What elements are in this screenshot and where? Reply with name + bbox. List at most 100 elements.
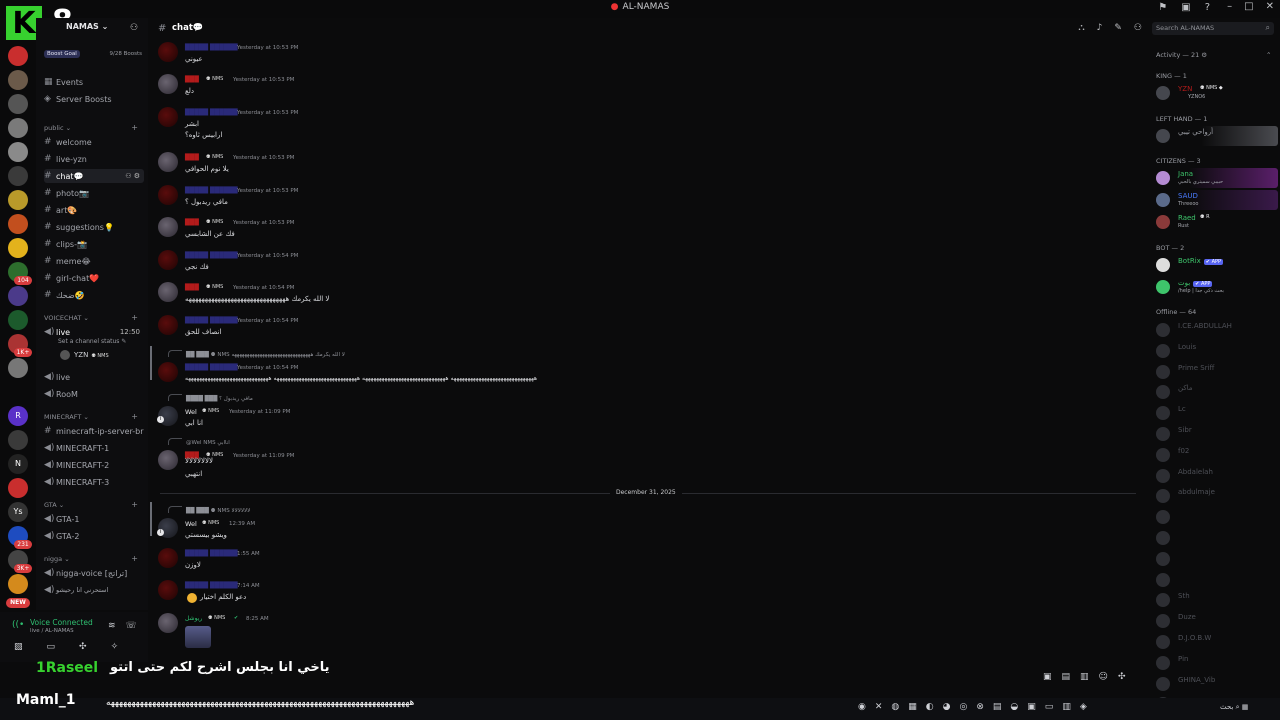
voice-channel-gta-1[interactable]: ◀) GTA-1 — [44, 512, 144, 526]
activity-header[interactable]: Activity — 21 ⚙ — [1156, 51, 1207, 59]
voice-location[interactable]: live / AL-NAMAS — [30, 628, 74, 634]
member-offline[interactable]: Abdalelah — [1150, 466, 1278, 486]
member-offline[interactable]: I.CE.ABDULLAH — [1150, 320, 1278, 340]
collapse-icon[interactable]: ⌃ — [1266, 51, 1271, 59]
member-bot[interactable]: بوت ✔ APP /help | بحث ذكي جدا — [1150, 277, 1278, 297]
avatar[interactable] — [158, 450, 178, 470]
gif-icon[interactable]: ▤ — [1062, 672, 1071, 682]
username[interactable]: ███ — [185, 76, 199, 83]
voice-connected-label[interactable]: Voice Connected — [30, 618, 93, 627]
steam-icon[interactable]: ◍ — [891, 702, 899, 712]
reply-preview[interactable]: @Wel NMS اناابي — [186, 440, 230, 446]
server-icon[interactable] — [8, 238, 28, 258]
add-channel-icon[interactable]: + — [131, 554, 138, 563]
sidebar-item-server-boosts[interactable]: ◈ Server Boosts — [44, 92, 144, 106]
member-list-icon[interactable]: ⚇ — [1134, 23, 1142, 33]
server-icon[interactable] — [8, 310, 28, 330]
category-gta[interactable]: GTA ⌄ + — [44, 500, 144, 509]
avatar[interactable] — [158, 42, 178, 62]
bell-icon[interactable]: ♪ — [1097, 23, 1103, 33]
search-input[interactable]: Search AL-NAMAS ⌕ — [1152, 22, 1274, 35]
app-icon[interactable]: ◈ — [1080, 702, 1087, 712]
server-icon[interactable] — [8, 286, 28, 306]
server-icon[interactable] — [8, 46, 28, 66]
noise-suppression-icon[interactable]: ≋ — [108, 621, 116, 631]
channel-settings-icon[interactable]: ⚇ ⚙ — [125, 172, 140, 180]
maximize-icon[interactable]: □ — [1244, 1, 1253, 12]
disconnect-icon[interactable]: ☏ — [126, 621, 137, 631]
avatar[interactable] — [158, 250, 178, 270]
username[interactable]: █████ ██████ — [185, 364, 238, 371]
voice-channel-minecraft-3[interactable]: ◀) MINECRAFT-3 — [44, 475, 144, 489]
server-icon[interactable] — [8, 166, 28, 186]
member-offline[interactable]: ماكن — [1150, 382, 1278, 402]
discord-icon[interactable]: ◕ — [943, 702, 951, 712]
server-icon[interactable] — [8, 478, 28, 498]
server-icon[interactable]: R — [8, 406, 28, 426]
avatar[interactable] — [158, 580, 178, 600]
server-icon[interactable]: N — [8, 454, 28, 474]
member-bot[interactable]: BotRix ✔ APP — [1150, 255, 1278, 275]
username[interactable]: █████ ██████ — [185, 44, 238, 51]
app-icon[interactable]: ◎ — [960, 702, 968, 712]
help-icon[interactable]: ? — [1205, 2, 1210, 13]
close-icon[interactable]: ✕ — [1266, 1, 1274, 12]
avatar[interactable] — [158, 185, 178, 205]
category-voicechat[interactable]: VOICECHAT ⌄ + — [44, 313, 144, 322]
reply-preview[interactable]: ████ ███ مافي ريدبول ؟ — [186, 396, 253, 402]
channel-meme[interactable]: # meme😂 — [44, 254, 144, 268]
server-icon[interactable] — [8, 358, 28, 378]
server-icon[interactable] — [8, 70, 28, 90]
member-offline[interactable]: Louis — [1150, 341, 1278, 361]
member-offline[interactable]: Lc — [1150, 403, 1278, 423]
voice-channel-live-2[interactable]: ◀) live — [44, 370, 144, 384]
server-icon[interactable]: Ys — [8, 502, 28, 522]
edge-icon[interactable]: ◒ — [1010, 702, 1018, 712]
activities-icon[interactable]: ✣ — [79, 642, 87, 652]
username[interactable]: ███ — [185, 219, 199, 226]
voice-user[interactable]: YZN ⚉ NMS — [60, 350, 109, 360]
apps-icon[interactable]: ✣ — [1118, 672, 1126, 682]
avatar[interactable] — [158, 74, 178, 94]
username[interactable]: ███ — [185, 154, 199, 161]
voice-channel-minecraft-1[interactable]: ◀) MINECRAFT-1 — [44, 441, 144, 455]
avatar[interactable] — [158, 315, 178, 335]
voice-channel-room[interactable]: ◀) RooM — [44, 387, 144, 401]
add-channel-icon[interactable]: + — [131, 123, 138, 132]
reply-preview[interactable]: ██ ███ ⚉ NMS لا الله يكرمك ههههههههههههه… — [186, 352, 345, 358]
channel-clips[interactable]: # clips-📸 — [44, 237, 144, 251]
sticker-icon[interactable]: ▥ — [1080, 672, 1089, 682]
channel-live-yzn[interactable]: # live-yzn — [44, 152, 144, 166]
boost-goal-bar[interactable]: Boost Goal 9/28 Boosts — [44, 50, 144, 60]
channel-laugh[interactable]: # ضحك🤣 — [44, 288, 144, 302]
member-citizen[interactable]: Raed ⚉ R Rust — [1150, 212, 1278, 232]
server-icon[interactable] — [8, 118, 28, 138]
app-icon[interactable]: ▥ — [1062, 702, 1071, 712]
member-offline[interactable]: f02 — [1150, 445, 1278, 465]
minimize-icon[interactable]: – — [1227, 1, 1232, 12]
member-offline[interactable]: Duze — [1150, 611, 1278, 631]
app-icon[interactable]: ✕ — [875, 702, 883, 712]
member-offline[interactable]: D.J.O.B.W — [1150, 632, 1278, 652]
member-citizen[interactable]: SAUD Threeoo — [1150, 190, 1278, 210]
voice-channel-arabic[interactable]: ◀) استحرني انا رحيشو — [44, 583, 144, 597]
member-offline[interactable]: GHINA_Vib — [1150, 674, 1278, 694]
sidebar-item-events[interactable]: ▦ Events — [44, 75, 144, 89]
threads-icon[interactable]: ⛬ — [1078, 23, 1084, 33]
avatar[interactable] — [158, 282, 178, 302]
category-minecraft[interactable]: MINECRAFT ⌄ + — [44, 412, 144, 421]
app-icon[interactable]: ◉ — [858, 702, 866, 712]
channel-chat[interactable]: # chat💬 ⚇ ⚙ — [44, 169, 144, 183]
username[interactable]: ███ — [185, 284, 199, 291]
username[interactable]: █████ ██████ — [185, 187, 238, 194]
signal-icon[interactable]: ((• — [12, 620, 24, 630]
member-left-hand[interactable]: أرواحي تيبي — [1150, 126, 1278, 146]
username[interactable]: █████ ██████ — [185, 317, 238, 324]
username[interactable]: █████ ██████ — [185, 582, 238, 589]
info-icon[interactable]: i — [157, 416, 164, 423]
username[interactable]: █████ ██████ — [185, 109, 238, 116]
server-icon[interactable] — [8, 190, 28, 210]
reply-preview[interactable]: ██ ███ ⚉ NMS لالالالالالا — [186, 508, 250, 514]
add-channel-icon[interactable]: + — [131, 500, 138, 509]
username[interactable]: ريوشل — [185, 615, 202, 622]
